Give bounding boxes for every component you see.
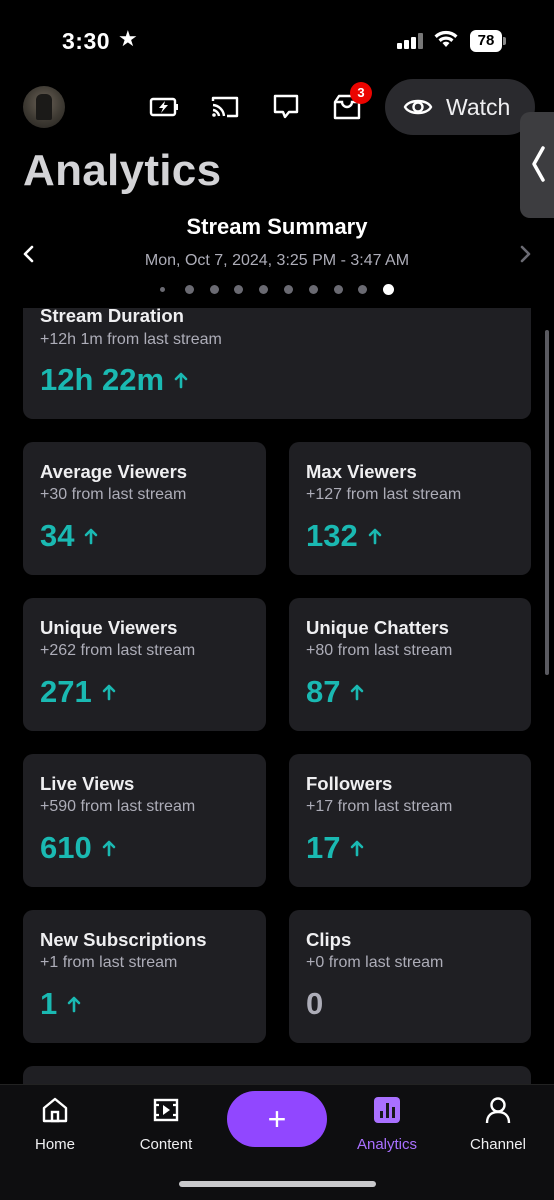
stat-delta: +127 from last stream <box>306 486 462 503</box>
home-indicator <box>179 1181 376 1187</box>
notification-badge: 3 <box>350 82 372 104</box>
summary-title: Stream Summary <box>186 214 368 239</box>
page-dot[interactable] <box>160 287 165 292</box>
star-icon: ★ <box>118 26 138 51</box>
stat-card-clips[interactable]: Clips +0 from last stream 0 <box>289 910 531 1043</box>
stat-title: Followers <box>306 773 393 794</box>
stat-delta: +1 from last stream <box>40 954 178 971</box>
watch-button[interactable]: Watch <box>385 79 535 135</box>
arrow-up-icon <box>174 372 188 389</box>
nav-content[interactable]: Content <box>116 1095 216 1153</box>
stat-value: 34 <box>40 518 98 554</box>
stat-value: 87 <box>306 674 364 710</box>
arrow-up-icon <box>102 684 116 701</box>
stat-card-unique-chatters[interactable]: Unique Chatters +80 from last stream 87 <box>289 598 531 731</box>
stat-card-live-views[interactable]: Live Views +590 from last stream 610 <box>23 754 266 887</box>
arrow-up-icon <box>368 528 382 545</box>
status-time: 3:30 <box>62 28 111 54</box>
stat-card-max-viewers[interactable]: Max Viewers +127 from last stream 132 <box>289 442 531 575</box>
wifi-icon <box>434 30 458 47</box>
page-dot[interactable] <box>383 284 395 295</box>
analytics-icon <box>374 1097 400 1123</box>
nav-content-label: Content <box>139 1136 193 1153</box>
stat-value: 271 <box>40 674 116 710</box>
summary-date-range: Mon, Oct 7, 2024, 3:25 PM - 3:47 AM <box>144 252 410 269</box>
status-bar: 3:30 ★ 78 <box>0 0 554 80</box>
stat-value: 0 <box>306 986 324 1021</box>
stat-title: New Subscriptions <box>40 929 207 950</box>
stat-value: 610 <box>40 830 116 866</box>
home-icon <box>42 1097 68 1123</box>
page-dot[interactable] <box>308 285 318 294</box>
nav-channel-label: Channel <box>470 1136 526 1153</box>
stream-manager-icon[interactable] <box>148 91 180 123</box>
page-dot[interactable] <box>333 285 343 294</box>
eye-icon <box>403 99 433 115</box>
page-title: Analytics <box>23 146 222 195</box>
whispers-icon[interactable] <box>270 91 302 123</box>
stat-value: 12h 22m <box>40 362 188 398</box>
cast-icon[interactable] <box>209 91 241 123</box>
stat-card-new-subscriptions[interactable]: New Subscriptions +1 from last stream 1 <box>23 910 266 1043</box>
nav-channel[interactable]: Channel <box>448 1095 548 1153</box>
stat-value: 132 <box>306 518 382 554</box>
stat-delta: +30 from last stream <box>40 486 187 503</box>
stat-delta: +80 from last stream <box>306 642 453 659</box>
stat-card-stream-duration[interactable]: Stream Duration +12h 1m from last stream… <box>23 308 531 419</box>
stat-card-partial[interactable] <box>23 1066 531 1084</box>
stat-title: Unique Chatters <box>306 617 449 638</box>
stats-scroll-area[interactable]: Stream Duration +12h 1m from last stream… <box>0 308 554 1084</box>
stat-delta: +0 from last stream <box>306 954 444 971</box>
nav-home-label: Home <box>34 1136 75 1153</box>
stat-title: Unique Viewers <box>40 617 178 638</box>
next-stream-button[interactable] <box>516 244 534 264</box>
stat-card-average-viewers[interactable]: Average Viewers +30 from last stream 34 <box>23 442 266 575</box>
side-panel-handle[interactable] <box>520 112 554 218</box>
stat-delta: +12h 1m from last stream <box>40 331 222 348</box>
nav-home[interactable]: Home <box>5 1095 105 1153</box>
stat-title: Max Viewers <box>306 461 417 482</box>
stat-title: Clips <box>306 929 352 950</box>
page-dot[interactable] <box>358 285 368 294</box>
content-icon <box>153 1098 179 1122</box>
channel-icon <box>485 1097 511 1124</box>
arrow-up-icon <box>102 840 116 857</box>
page-dot[interactable] <box>284 285 293 294</box>
stat-value: 1 <box>40 986 81 1022</box>
stat-delta: +590 from last stream <box>40 798 196 815</box>
page-dot[interactable] <box>234 285 244 294</box>
arrow-up-icon <box>351 684 364 701</box>
create-button[interactable]: + <box>227 1091 327 1147</box>
arrow-up-icon <box>67 996 81 1013</box>
stat-value: 17 <box>306 830 364 866</box>
arrow-up-icon <box>351 840 364 857</box>
stat-title: Live Views <box>40 773 135 794</box>
stat-delta: +262 from last stream <box>40 642 196 659</box>
stat-card-unique-viewers[interactable]: Unique Viewers +262 from last stream 271 <box>23 598 266 731</box>
stat-title: Stream Duration <box>40 308 184 326</box>
arrow-up-icon <box>85 528 98 545</box>
stat-delta: +17 from last stream <box>306 798 453 815</box>
battery-tip <box>503 37 506 45</box>
cellular-signal-icon <box>397 33 425 49</box>
page-dot[interactable] <box>184 285 194 294</box>
page-dot[interactable] <box>259 285 269 294</box>
page-dot[interactable] <box>209 285 219 294</box>
stat-card-followers[interactable]: Followers +17 from last stream 17 <box>289 754 531 887</box>
nav-analytics-label: Analytics <box>356 1136 418 1153</box>
chevron-left-icon <box>532 146 545 182</box>
stat-title: Average Viewers <box>40 461 188 482</box>
battery-indicator: 78 <box>470 30 502 52</box>
scrollbar[interactable] <box>545 330 549 675</box>
watch-label: Watch <box>446 93 511 120</box>
avatar[interactable] <box>23 86 65 128</box>
nav-analytics[interactable]: Analytics <box>337 1095 437 1153</box>
